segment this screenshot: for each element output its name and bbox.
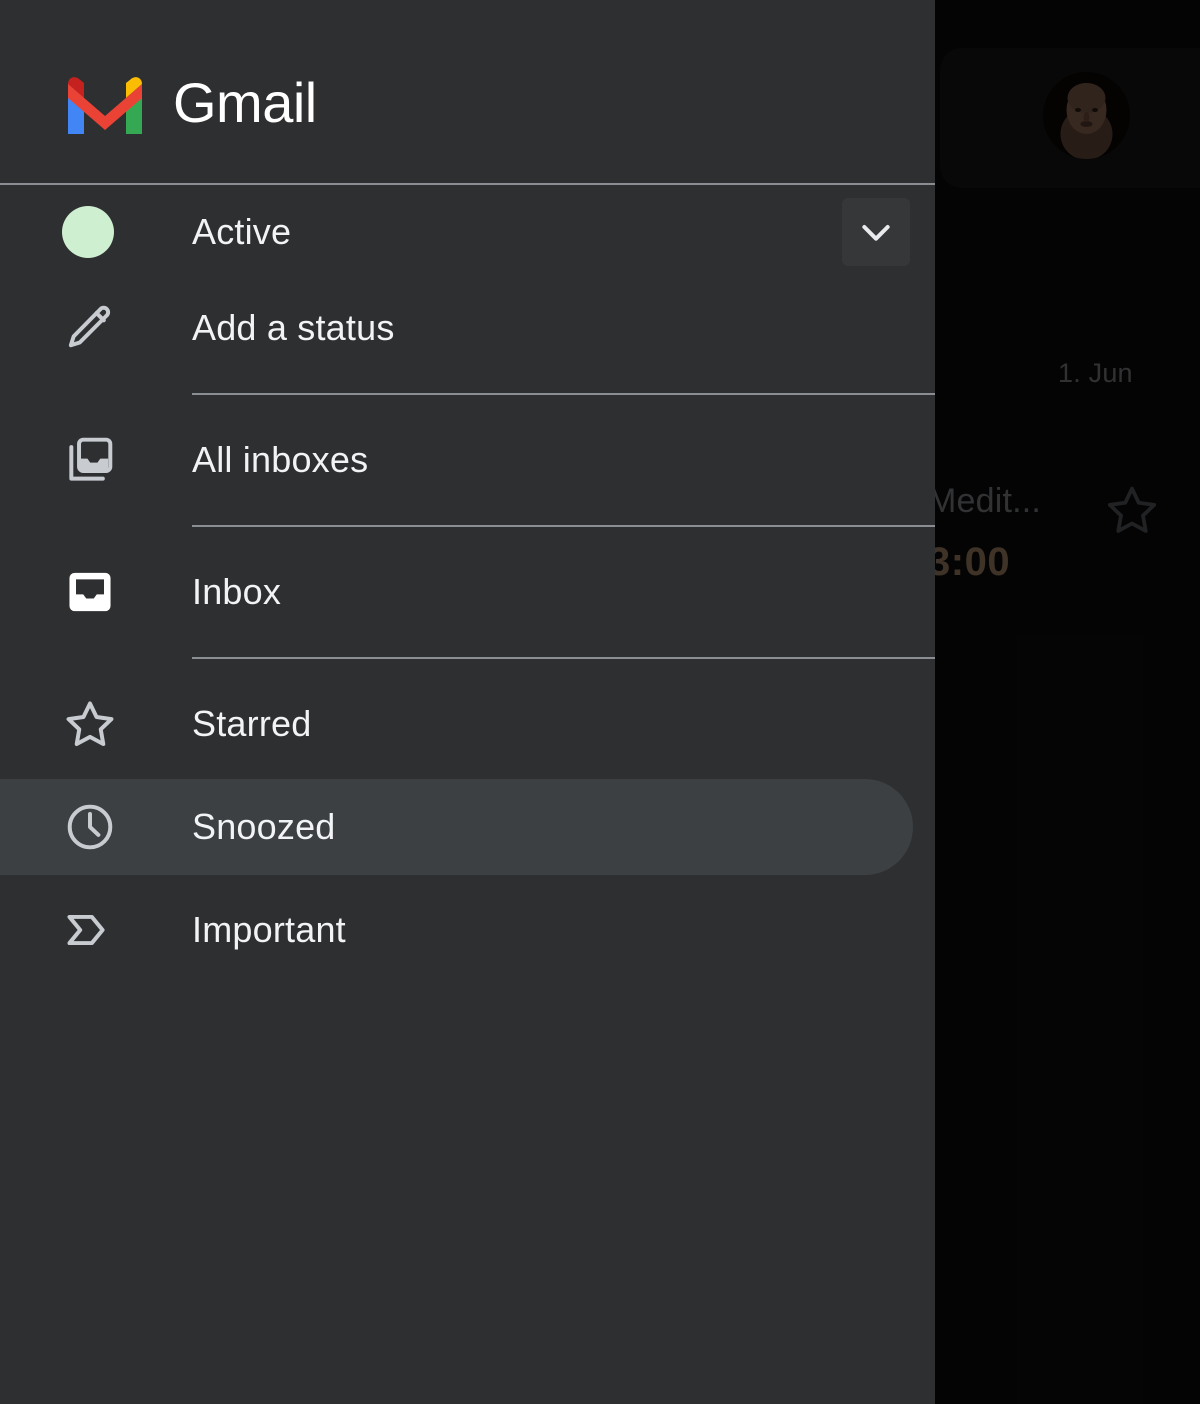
star-outline-icon: [62, 688, 134, 760]
status-dot-active: [62, 196, 134, 268]
important-label-icon: [62, 894, 134, 966]
sidebar-item-label: Starred: [192, 703, 311, 745]
sidebar-item-label: Snoozed: [192, 806, 336, 848]
add-status-label: Add a status: [192, 307, 395, 349]
mail-time: 3:00: [928, 540, 1010, 585]
chevron-down-icon[interactable]: [842, 198, 910, 266]
status-label: Active: [192, 211, 291, 253]
pencil-icon: [62, 292, 134, 364]
mail-subject: Medit...: [928, 482, 1041, 521]
sidebar-item-label: Important: [192, 909, 346, 951]
status-row-active[interactable]: Active: [0, 184, 935, 280]
navigation-drawer: Gmail Active: [0, 0, 935, 1404]
sidebar-item-label: All inboxes: [192, 439, 368, 481]
add-status-row[interactable]: Add a status: [0, 280, 935, 376]
gmail-app-screen: 1. Jun Medit... 3:00 Gmail: [0, 0, 1200, 1404]
sidebar-item-label: Inbox: [192, 571, 281, 613]
star-outline-icon[interactable]: [1104, 482, 1160, 538]
clock-icon: [62, 791, 134, 863]
sidebar-item-all-inboxes[interactable]: All inboxes: [0, 412, 935, 508]
sidebar-item-inbox[interactable]: Inbox: [0, 544, 935, 640]
gmail-m-logo: [62, 72, 148, 136]
sidebar-item-important[interactable]: Important: [0, 882, 935, 978]
user-avatar[interactable]: [1043, 72, 1130, 159]
drawer-nav-list: Active Add a status: [0, 184, 935, 978]
inbox-filled-icon: [62, 556, 134, 628]
mail-date: 1. Jun: [1058, 358, 1133, 389]
sidebar-item-starred[interactable]: Starred: [0, 676, 935, 772]
drawer-header: Gmail: [0, 0, 935, 184]
sidebar-item-snoozed[interactable]: Snoozed: [0, 779, 935, 875]
gmail-wordmark: Gmail: [173, 70, 317, 136]
all-inboxes-icon: [62, 424, 134, 496]
